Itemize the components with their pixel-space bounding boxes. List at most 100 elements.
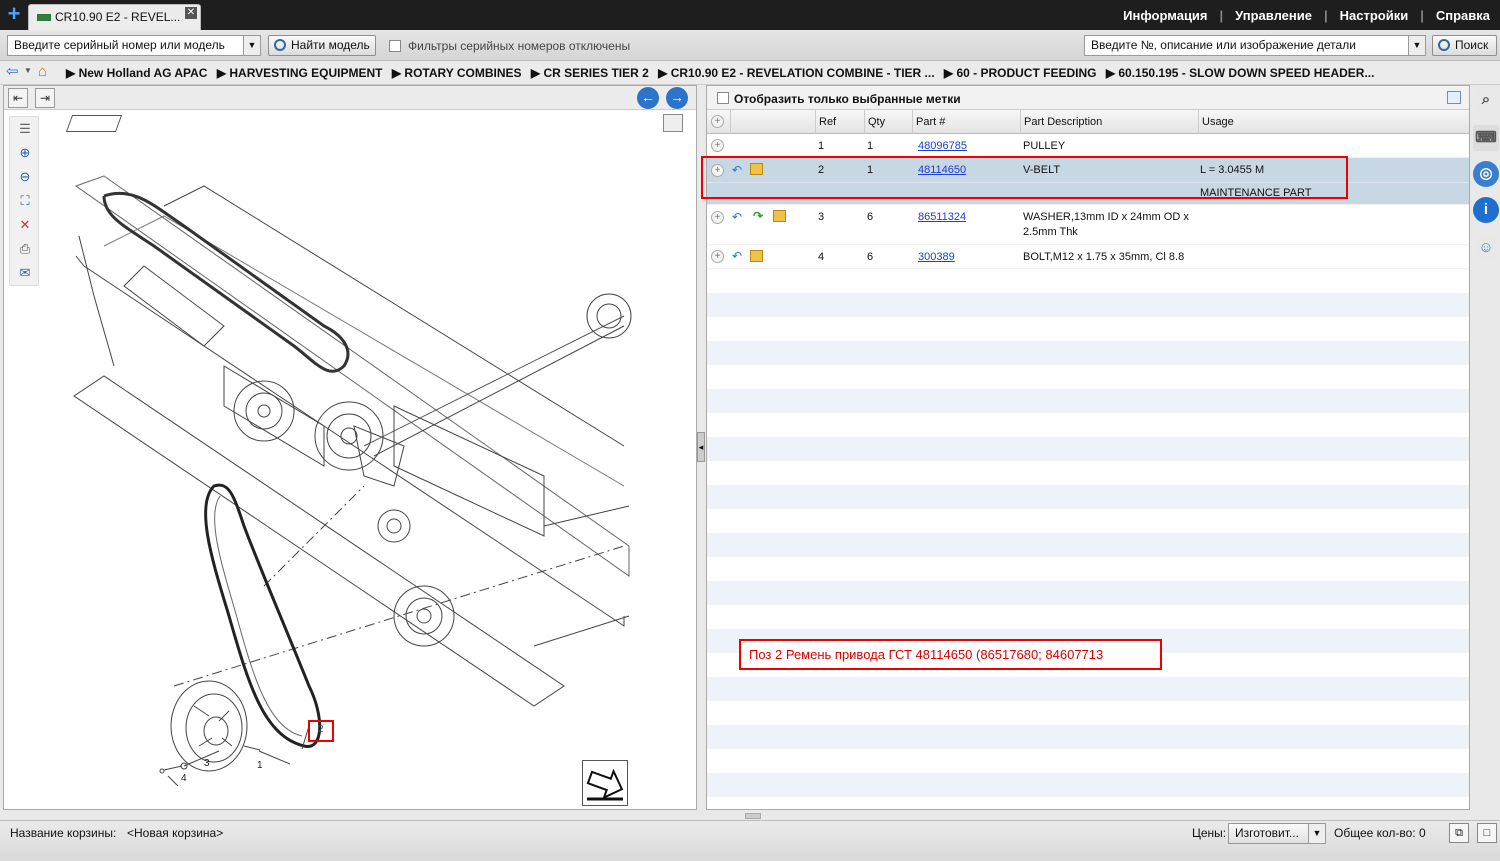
zoom-in-icon[interactable]: ⊕: [16, 145, 34, 161]
col-description[interactable]: Part Description: [1020, 110, 1198, 134]
table-row[interactable]: + 1 1 48096785 PULLEY: [707, 134, 1469, 158]
breadcrumb-item[interactable]: ▶ CR SERIES TIER 2: [531, 66, 649, 80]
row-description: PULLEY: [1023, 140, 1066, 152]
show-selected-checkbox[interactable]: [717, 92, 729, 104]
breadcrumb-item[interactable]: ▶ New Holland AG APAC: [66, 66, 207, 80]
callout-label-3[interactable]: 3: [204, 758, 210, 769]
table-row[interactable]: + ↶ ↷ 3 6 86511324 WASHER,13mm ID x 24mm…: [707, 205, 1469, 245]
serial-model-input[interactable]: Введите серийный номер или модель ▼: [7, 35, 261, 56]
breadcrumb-item[interactable]: ▶ CR10.90 E2 - REVELATION COMBINE - TIER…: [658, 66, 934, 80]
drawing-tools: ☰ ⊕ ⊖ ⛶ ✕ ⎙ ✉: [9, 116, 39, 286]
serial-filter-checkbox[interactable]: [389, 40, 401, 52]
drawing-header: ⇤ ⇥ ← →: [4, 86, 696, 110]
chevron-down-icon[interactable]: ▼: [24, 66, 32, 75]
col-qty[interactable]: Qty: [864, 110, 912, 134]
add-to-basket-icon[interactable]: +: [711, 139, 724, 152]
fit-to-screen-icon[interactable]: ⛶: [16, 193, 34, 209]
table-row[interactable]: + ↶ 4 6 300389 BOLT,M12 x 1.75 x 35mm, C…: [707, 245, 1469, 269]
parts-list-header: Отобразить только выбранные метки: [707, 86, 1469, 110]
find-model-button[interactable]: Найти модель: [268, 35, 376, 56]
flag-icon: [37, 14, 51, 22]
part-number-link[interactable]: 86511324: [918, 211, 966, 223]
menu-settings[interactable]: Настройки: [1328, 8, 1421, 23]
basket-footer: Название корзины: <Новая корзина> Цены: …: [0, 820, 1500, 861]
callout-label-1[interactable]: 1: [257, 760, 263, 771]
row-qty: 6: [867, 251, 874, 263]
copy-basket-icon[interactable]: ⧉: [1449, 823, 1469, 843]
chevron-down-icon[interactable]: ▼: [1408, 36, 1425, 55]
breadcrumb-item[interactable]: ▶ HARVESTING EQUIPMENT: [217, 66, 383, 80]
row-qty: 6: [867, 211, 874, 223]
support-person-icon[interactable]: ☺: [1473, 235, 1499, 261]
row-description: BOLT,M12 x 1.75 x 35mm, Cl 8.8: [1023, 251, 1185, 263]
col-part-number[interactable]: Part #: [912, 110, 1020, 134]
bottom-splitter-handle[interactable]: [745, 813, 761, 819]
menu-help[interactable]: Справка: [1424, 8, 1490, 23]
chevron-down-icon[interactable]: ▼: [1308, 824, 1325, 843]
menu-management[interactable]: Управление: [1223, 8, 1324, 23]
exploded-parts-drawing: 1 2 3 4: [73, 175, 632, 786]
replace-arrow-icon[interactable]: ↶: [729, 210, 745, 224]
maximize-icon[interactable]: □: [1477, 823, 1497, 843]
search-button[interactable]: Поиск: [1432, 35, 1497, 56]
part-number-link[interactable]: 300389: [918, 251, 955, 263]
top-bar: + CR10.90 E2 - REVEL... ✕ Информация | Уп…: [0, 0, 1500, 30]
print-icon[interactable]: ⎙: [16, 241, 34, 257]
col-ref[interactable]: Ref: [815, 110, 864, 134]
breadcrumb-item[interactable]: ▶ 60.150.195 - SLOW DOWN SPEED HEADER...: [1106, 66, 1375, 80]
part-number-link[interactable]: 48096785: [918, 140, 967, 152]
back-arrow-icon[interactable]: ⇦: [6, 64, 19, 80]
drawing-panel: ⇤ ⇥ ← → ☰ ⊕ ⊖ ⛶ ✕ ⎙ ✉ 1 2 3 4: [3, 85, 697, 810]
part-search-input[interactable]: Введите №, описание или изображение дета…: [1084, 35, 1426, 56]
search-icon: [1438, 39, 1450, 51]
chevron-down-icon[interactable]: ▼: [243, 36, 260, 55]
package-icon[interactable]: [750, 250, 763, 262]
replace-arrow-icon[interactable]: ↶: [729, 249, 745, 263]
previous-page-icon[interactable]: ←: [637, 87, 659, 109]
zoom-out-icon[interactable]: ⊖: [16, 169, 34, 185]
basket-label: Название корзины:: [10, 826, 117, 840]
forward-arrow-icon[interactable]: ↷: [750, 209, 766, 223]
breadcrumb-item[interactable]: ▶ ROTARY COMBINES: [392, 66, 522, 80]
breadcrumb-item[interactable]: ▶ 60 - PRODUCT FEEDING: [944, 66, 1097, 80]
exit-drawing-icon[interactable]: [582, 760, 628, 806]
home-icon[interactable]: ⌂: [38, 63, 47, 80]
breadcrumb: ⇦ ▼ ⌂ ▶ New Holland AG APAC ▶ HARVESTING…: [0, 61, 1500, 85]
parts-table-header: + Ref Qty Part # Part Description Usage: [707, 110, 1469, 134]
info-icon[interactable]: i: [1473, 197, 1499, 223]
new-tab-plus-icon[interactable]: +: [4, 3, 24, 25]
list-view-icon[interactable]: [1447, 91, 1461, 104]
row-description: WASHER,13mm ID x 24mm OD x: [1023, 211, 1189, 223]
prices-value: Изготовит...: [1235, 826, 1299, 840]
globe-icon[interactable]: ◎: [1473, 161, 1499, 187]
col-usage[interactable]: Usage: [1198, 110, 1469, 134]
callout-label-4[interactable]: 4: [181, 773, 187, 784]
part-search-value: Введите №, описание или изображение дета…: [1091, 38, 1356, 52]
basket-name[interactable]: <Новая корзина>: [127, 826, 223, 840]
expand-right-icon[interactable]: ⇥: [35, 88, 55, 108]
row-highlight-box: [701, 156, 1348, 199]
next-page-icon[interactable]: →: [666, 87, 688, 109]
package-icon[interactable]: [773, 210, 786, 222]
parts-list-panel: Отобразить только выбранные метки + Ref …: [701, 85, 1470, 810]
total-quantity: Общее кол-во: 0: [1334, 826, 1426, 840]
prices-select[interactable]: Изготовит... ▼: [1228, 823, 1326, 844]
tab-model[interactable]: CR10.90 E2 - REVEL... ✕: [28, 4, 201, 30]
email-icon[interactable]: ✉: [16, 265, 34, 281]
panel-splitter-handle[interactable]: ◂: [697, 432, 705, 462]
menu-lines-icon[interactable]: ☰: [16, 121, 34, 137]
collapse-left-icon[interactable]: ⇤: [8, 88, 28, 108]
add-to-basket-icon[interactable]: +: [711, 211, 724, 224]
close-icon[interactable]: ✕: [185, 7, 197, 19]
callout-2-highlight: [308, 720, 334, 742]
menu-info[interactable]: Информация: [1111, 8, 1219, 23]
row-ref: 4: [818, 251, 825, 263]
add-to-basket-icon[interactable]: +: [711, 250, 724, 263]
search-icon[interactable]: ⌕: [1473, 87, 1499, 113]
window-toggle-icon[interactable]: [663, 114, 683, 132]
top-menu: Информация | Управление | Настройки | Справ…: [1111, 0, 1490, 30]
clear-selection-icon[interactable]: ✕: [16, 217, 34, 233]
col-icons: [730, 110, 815, 134]
keyboard-icon[interactable]: ⌨: [1473, 125, 1499, 151]
add-all-icon[interactable]: +: [711, 115, 724, 128]
